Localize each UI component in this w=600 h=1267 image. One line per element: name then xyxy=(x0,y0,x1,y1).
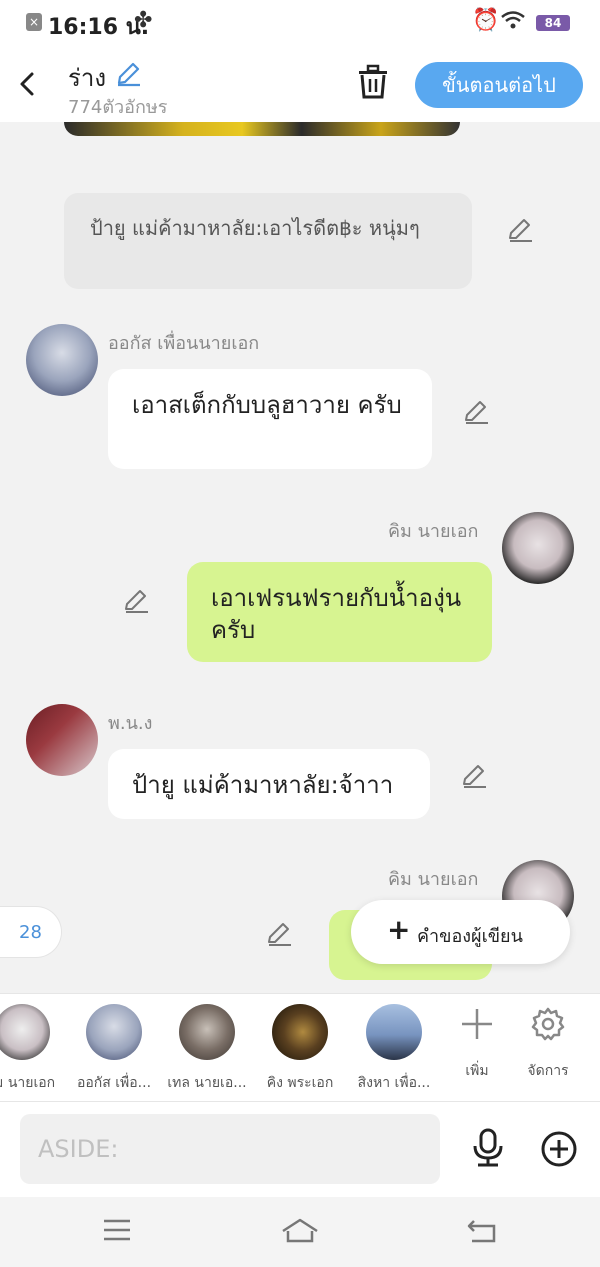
edit-pencil-icon[interactable] xyxy=(122,587,150,615)
character-name: เทล นายเอ... xyxy=(167,1075,247,1091)
edit-pencil-icon[interactable] xyxy=(506,216,534,244)
avatar xyxy=(179,1004,235,1060)
avatar[interactable] xyxy=(26,704,98,776)
author-note-label: คำของผู้เขียน xyxy=(417,926,523,947)
edit-title-icon[interactable] xyxy=(114,60,142,88)
alarm-icon: ⏰ xyxy=(472,8,500,33)
avatar xyxy=(366,1004,422,1060)
avatar xyxy=(272,1004,328,1060)
character-name: สิงหา เพื่อ... xyxy=(357,1075,431,1091)
edit-pencil-icon[interactable] xyxy=(462,398,490,426)
next-step-button[interactable]: ขั้นตอนต่อไป xyxy=(415,62,583,108)
wifi-icon xyxy=(501,11,525,29)
home-icon[interactable] xyxy=(280,1217,320,1245)
edit-pencil-icon[interactable] xyxy=(460,762,488,790)
author-note-button[interactable]: + คำของผู้เขียน xyxy=(351,900,570,964)
character-name: คิม นายเอก xyxy=(0,1075,56,1091)
chat-area: ป้ายู แม่ค้ามาหาลัย:เอาไรดีต฿ะ หนุ่มๆ ออ… xyxy=(0,122,600,993)
add-circle-icon[interactable] xyxy=(540,1130,578,1168)
aside-input[interactable]: ASIDE: xyxy=(20,1114,440,1184)
add-label: เพิ่ม xyxy=(465,1063,489,1079)
input-bar: ASIDE: xyxy=(0,1101,600,1197)
plus-icon xyxy=(462,1009,492,1039)
manage-characters-button[interactable]: จัดการ xyxy=(513,1006,583,1082)
character-item[interactable]: เทล นายเอ... xyxy=(161,1004,253,1094)
sender-name: คิม นายเอก xyxy=(388,869,479,890)
gear-icon xyxy=(531,1007,565,1041)
status-bar: × 16:16 น. ✤ ⏰ 84 xyxy=(0,0,600,46)
plus-icon: + xyxy=(387,913,411,946)
add-character-button[interactable]: เพิ่ม xyxy=(442,1006,512,1082)
image-message[interactable] xyxy=(64,122,460,136)
sender-name: พ.น.ง xyxy=(108,713,153,734)
message-bubble[interactable]: เอาสเต็กกับบลูฮาวาย ครับ xyxy=(108,369,432,469)
header: ร่าง 774ตัวอักษร ขั้นตอนต่อไป xyxy=(0,46,600,122)
character-item[interactable]: คิม นายเอก xyxy=(0,1004,68,1094)
fan-icon: ✤ xyxy=(134,8,153,33)
character-item[interactable]: คิง พระเอก xyxy=(254,1004,346,1094)
sender-name: คิม นายเอก xyxy=(388,521,479,542)
character-count: 774ตัวอักษร xyxy=(68,97,168,118)
narration-bubble[interactable]: ป้ายู แม่ค้ามาหาลัย:เอาไรดีต฿ะ หนุ่มๆ xyxy=(64,193,472,289)
character-item[interactable]: สิงหา เพื่อ... xyxy=(348,1004,440,1094)
avatar[interactable] xyxy=(26,324,98,396)
microphone-icon[interactable] xyxy=(470,1128,506,1168)
manage-label: จัดการ xyxy=(527,1063,569,1079)
avatar[interactable] xyxy=(502,512,574,584)
message-bubble[interactable]: ป้ายู แม่ค้ามาหาลัย:จ้าาา xyxy=(108,749,430,819)
system-nav-bar xyxy=(0,1197,600,1267)
character-bar: คิม นายเอก ออกัส เพื่อ... เทล นายเอ... ค… xyxy=(0,993,600,1101)
message-bubble[interactable]: เอาเฟรนฟรายกับน้ำองุ่นครับ xyxy=(187,562,492,662)
notification-icon: × xyxy=(26,13,42,31)
battery-indicator: 84 xyxy=(536,15,570,31)
edit-pencil-icon[interactable] xyxy=(265,920,293,948)
character-name: คิง พระเอก xyxy=(266,1075,334,1091)
avatar xyxy=(86,1004,142,1060)
back-arrow-icon[interactable] xyxy=(14,64,44,104)
sender-name: ออกัส เพื่อนนายเอก xyxy=(108,333,260,354)
back-nav-icon[interactable] xyxy=(466,1217,498,1245)
trash-icon[interactable] xyxy=(356,64,390,100)
count-badge[interactable]: 28 xyxy=(0,906,62,958)
menu-icon[interactable] xyxy=(102,1217,132,1243)
character-item[interactable]: ออกัส เพื่อ... xyxy=(68,1004,160,1094)
character-name: ออกัส เพื่อ... xyxy=(76,1075,152,1091)
avatar xyxy=(0,1004,50,1060)
